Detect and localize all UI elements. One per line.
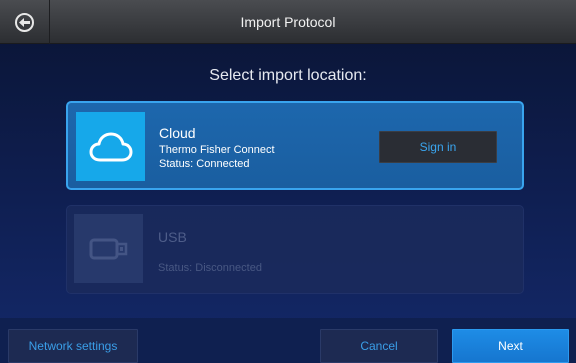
location-status: Status: Disconnected: [158, 262, 262, 274]
sign-in-button[interactable]: Sign in: [379, 131, 497, 163]
location-status: Status: Connected: [159, 158, 250, 170]
location-name: USB: [158, 229, 187, 245]
import-protocol-screen: Import Protocol Select import location: …: [0, 0, 576, 363]
location-provider: Thermo Fisher Connect: [159, 144, 275, 156]
network-settings-button[interactable]: Network settings: [8, 329, 138, 363]
back-button[interactable]: [0, 0, 50, 44]
next-button[interactable]: Next: [452, 329, 569, 363]
cloud-icon: [76, 112, 145, 181]
location-card-usb[interactable]: USB Status: Disconnected: [66, 205, 524, 294]
back-arrow-icon: [15, 12, 34, 32]
title-bar: Import Protocol: [0, 0, 576, 44]
cancel-button[interactable]: Cancel: [320, 329, 438, 363]
location-card-cloud[interactable]: Cloud Thermo Fisher Connect Status: Conn…: [66, 101, 524, 190]
usb-drive-icon: [74, 214, 143, 283]
location-name: Cloud: [159, 125, 196, 141]
import-prompt: Select import location:: [209, 67, 367, 84]
footer-bar: Network settings Cancel Next: [0, 318, 576, 363]
page-title: Import Protocol: [240, 14, 336, 30]
